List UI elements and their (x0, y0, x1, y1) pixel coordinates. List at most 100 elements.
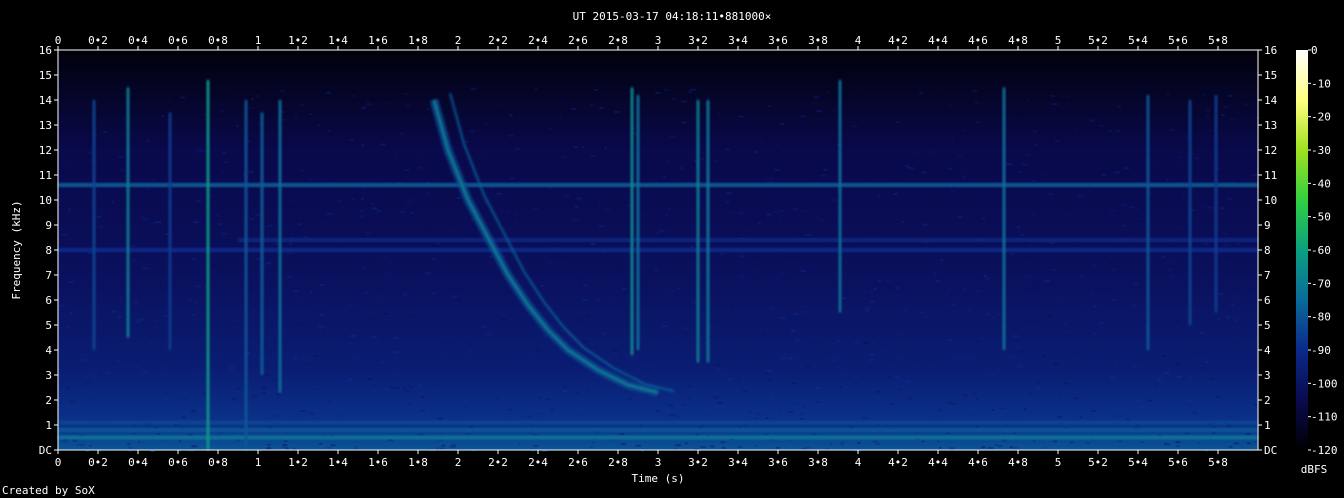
x-tick-label: 0•4 (128, 34, 148, 47)
impulse-mark (1214, 95, 1218, 313)
x-tick-label: 4•4 (928, 456, 948, 469)
horizontal-tone-line (238, 238, 1258, 242)
x-tick-label: 2•4 (528, 456, 548, 469)
y-tick-label: 14 (1264, 94, 1278, 107)
x-tick-label: 4•6 (968, 34, 988, 47)
x-tick-label: 3•2 (688, 456, 708, 469)
impulse-mark (706, 100, 710, 363)
y-tick-label: 10 (39, 194, 52, 207)
colorbar-tick-label: -30 (1311, 144, 1331, 157)
y-tick-label: 8 (1264, 244, 1271, 257)
y-tick-label: 4 (1264, 344, 1271, 357)
spectrogram-chart: UT 2015-03-17 04:18:11•881000× 0 0•2 0•4 0•… (2, 10, 1338, 497)
x-tick-label: 3•4 (728, 456, 748, 469)
y-tick-label: 1 (1264, 419, 1271, 432)
y-tick-label: 12 (1264, 144, 1277, 157)
x-tick-label: 3•8 (808, 34, 828, 47)
chart-title: UT 2015-03-17 04:18:11•881000× (573, 10, 772, 23)
y-tick-label: 5 (1264, 319, 1271, 332)
y-tick-label: DC (1264, 444, 1277, 457)
y-tick-label: 3 (45, 369, 52, 382)
y-tick-label: 4 (45, 344, 52, 357)
y-tick-label: 12 (39, 144, 52, 157)
x-tick-label: 5•6 (1168, 456, 1188, 469)
y-tick-label: 15 (39, 69, 52, 82)
impulse-mark (636, 95, 640, 350)
x-tick-label: 2•4 (528, 34, 548, 47)
x-tick-label: 2•2 (488, 34, 508, 47)
colorbar-tick-label: -10 (1311, 77, 1331, 90)
colorbar: 0 -10 -20 -30 -40 -50 -60 -70 -80 -90 -100 -110 -120 (1296, 44, 1338, 457)
impulse-mark (630, 87, 634, 355)
x-tick-label: 1 (255, 456, 262, 469)
x-tick-label: 2•6 (568, 34, 588, 47)
y-tick-label: 10 (1264, 194, 1277, 207)
x-tick-label: 5•4 (1128, 456, 1148, 469)
y-tick-label: 7 (45, 269, 52, 282)
x-tick-label: 0•8 (208, 34, 228, 47)
impulse-mark (260, 112, 264, 375)
y-tick-label: 16 (39, 44, 52, 57)
x-tick-label: 3•4 (728, 34, 748, 47)
y-tick-label: 7 (1264, 269, 1271, 282)
y-axis-right: DC12345678910111213141516 (1258, 44, 1278, 457)
x-tick-label: 3 (655, 456, 662, 469)
colorbar-gradient (1296, 50, 1308, 450)
x-axis-top: 0 0•2 0•4 0•6 0•8 1 1•2 1•4 1•6 1•8 2 2•2 2•4 2•6 2•8 3… (55, 34, 1228, 50)
x-tick-label: 2•8 (608, 456, 628, 469)
y-tick-label: 1 (45, 419, 52, 432)
y-tick-label: 9 (1264, 219, 1271, 232)
colorbar-tick-label: -80 (1311, 311, 1331, 324)
colorbar-tick-label: 0 (1311, 44, 1318, 57)
x-tick-label: 0•6 (168, 456, 188, 469)
x-tick-label: 2•6 (568, 456, 588, 469)
colorbar-tick-label: -90 (1311, 344, 1331, 357)
x-tick-label: 4•6 (968, 456, 988, 469)
impulse-mark (168, 112, 172, 350)
colorbar-tick-label: -40 (1311, 177, 1331, 190)
horizontal-tone-line (58, 248, 1258, 252)
x-tick-label: 3•6 (768, 34, 788, 47)
y-tick-label: DC (39, 444, 52, 457)
x-tick-label: 2 (455, 34, 462, 47)
x-tick-label: 0 (55, 34, 62, 47)
x-tick-label: 3•6 (768, 456, 788, 469)
y-tick-label: 5 (45, 319, 52, 332)
y-axis-label: Frequency (kHz) (10, 200, 23, 299)
x-tick-label: 5 (1055, 34, 1062, 47)
colorbar-tick-label: -110 (1311, 411, 1338, 424)
colorbar-tick-label: -60 (1311, 244, 1331, 257)
impulse-mark (126, 87, 130, 338)
x-tick-label: 4•8 (1008, 34, 1028, 47)
impulse-mark (696, 100, 700, 363)
y-tick-label: 2 (45, 394, 52, 407)
impulse-mark (838, 80, 842, 313)
x-tick-label: 3•2 (688, 34, 708, 47)
y-tick-label: 11 (1264, 169, 1277, 182)
x-tick-label: 3 (655, 34, 662, 47)
y-tick-label: 3 (1264, 369, 1271, 382)
x-tick-label: 1•2 (288, 456, 308, 469)
x-axis-label: Time (s) (632, 472, 685, 485)
x-tick-label: 3•8 (808, 456, 828, 469)
x-tick-label: 0•4 (128, 456, 148, 469)
x-tick-label: 0•8 (208, 456, 228, 469)
footer-credit: Created by SoX (2, 484, 95, 497)
horizontal-tone-line (58, 435, 1258, 440)
x-tick-label: 1•6 (368, 34, 388, 47)
impulse-mark (244, 100, 248, 450)
x-tick-label: 1•8 (408, 456, 428, 469)
x-tick-label: 1•8 (408, 34, 428, 47)
impulse-mark (278, 100, 282, 393)
y-tick-label: 9 (45, 219, 52, 232)
y-tick-label: 8 (45, 244, 52, 257)
impulse-mark (92, 100, 96, 350)
x-tick-label: 4•2 (888, 34, 908, 47)
x-tick-label: 2•2 (488, 456, 508, 469)
x-tick-label: 4•4 (928, 34, 948, 47)
y-tick-label: 13 (39, 119, 52, 132)
y-tick-label: 6 (1264, 294, 1271, 307)
y-tick-label: 13 (1264, 119, 1277, 132)
impulse-mark (1002, 87, 1006, 350)
x-tick-label: 5•8 (1208, 456, 1228, 469)
